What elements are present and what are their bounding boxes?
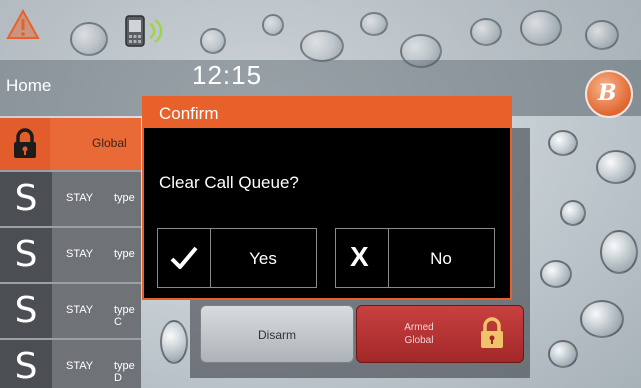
disarm-button[interactable]: Disarm — [200, 305, 354, 363]
stay-badge: S — [0, 228, 52, 282]
dialog-message: Clear Call Queue? — [159, 173, 299, 192]
armed-label: Armed — [404, 322, 434, 333]
partition-mode: STAY — [66, 248, 94, 260]
no-icon-cell: X — [336, 229, 389, 287]
water-drop — [560, 200, 586, 226]
brand-logo: B — [585, 70, 633, 118]
stay-badge: S — [0, 172, 52, 226]
brand-letter: B — [598, 80, 617, 106]
partition-type: type D — [114, 360, 135, 384]
partition-type: type — [114, 192, 135, 204]
partition-label-global: Global — [92, 136, 127, 150]
confirm-dialog: Confirm Clear Call Queue? Yes X No — [142, 96, 512, 300]
water-drop — [548, 130, 578, 156]
no-label: No — [430, 249, 452, 268]
water-drop — [580, 300, 624, 338]
checkmark-icon — [170, 246, 198, 269]
alert-triangle-icon[interactable] — [6, 8, 40, 42]
alarm-panel-screen: Home 12:15 B Global S STAY type S STAY t… — [0, 0, 641, 388]
water-drop — [548, 340, 578, 368]
partition-row[interactable]: S STAY type C — [0, 282, 141, 338]
disarm-label: Disarm — [258, 328, 296, 342]
lock-icon — [14, 128, 36, 158]
clock-time: 12:15 — [192, 60, 263, 90]
no-button[interactable]: X No — [335, 228, 495, 288]
yes-label: Yes — [249, 249, 277, 268]
lock-icon — [481, 317, 503, 348]
x-icon: X — [350, 241, 369, 272]
home-button[interactable]: Home — [6, 76, 51, 96]
partition-row[interactable]: S STAY type D — [0, 338, 141, 388]
partition-row[interactable]: S STAY type — [0, 226, 141, 282]
partition-mode: STAY — [66, 192, 94, 204]
stay-badge: S — [0, 284, 52, 338]
partition-mode: STAY — [66, 360, 94, 372]
partition-type: type — [114, 248, 135, 260]
water-drop — [596, 150, 636, 184]
partition-row[interactable]: S STAY type — [0, 170, 141, 226]
status-bar — [0, 0, 641, 60]
stay-badge: S — [0, 340, 52, 388]
dialog-title: Confirm — [159, 104, 219, 123]
global-lock-cell — [0, 118, 50, 170]
armed-global-button[interactable]: Armed Global — [356, 305, 524, 363]
dialog-header: Confirm — [144, 98, 510, 128]
partition-type: type C — [114, 304, 135, 328]
water-drop — [540, 260, 572, 288]
yes-icon-cell — [158, 229, 211, 287]
phone-message-icon[interactable] — [120, 14, 164, 48]
water-drop — [600, 230, 638, 274]
armed-scope-label: Global — [404, 335, 434, 346]
water-drop — [160, 320, 188, 364]
partition-mode: STAY — [66, 304, 94, 316]
yes-button[interactable]: Yes — [157, 228, 317, 288]
